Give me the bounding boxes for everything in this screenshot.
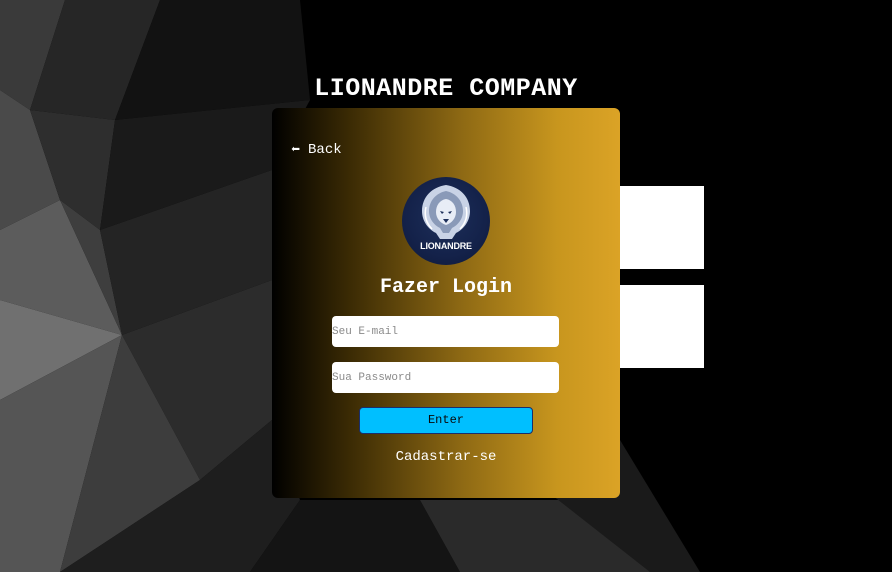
- arrow-left-icon: ⬅: [291, 141, 301, 159]
- company-title: LIONANDRE COMPANY: [314, 74, 578, 103]
- logo-text: LIONANDRE: [420, 241, 472, 251]
- lion-head-icon: [422, 185, 470, 239]
- login-heading: Fazer Login: [379, 276, 513, 299]
- back-label: Back: [308, 142, 342, 158]
- login-card: ⬅ Back LIONANDRE Fazer Login Enter Cadas…: [272, 108, 620, 498]
- white-panel-bottom: [619, 285, 704, 368]
- login-page: LIONANDRE COMPANY ⬅ Back LIONANDRE Fazer…: [0, 0, 892, 572]
- register-link[interactable]: Cadastrar-se: [272, 449, 620, 465]
- enter-button[interactable]: Enter: [359, 407, 533, 434]
- white-panel-top: [619, 186, 704, 269]
- email-field[interactable]: [332, 316, 559, 347]
- lion-logo: LIONANDRE: [402, 177, 490, 265]
- password-field[interactable]: [332, 362, 559, 393]
- back-link[interactable]: ⬅ Back: [291, 142, 342, 158]
